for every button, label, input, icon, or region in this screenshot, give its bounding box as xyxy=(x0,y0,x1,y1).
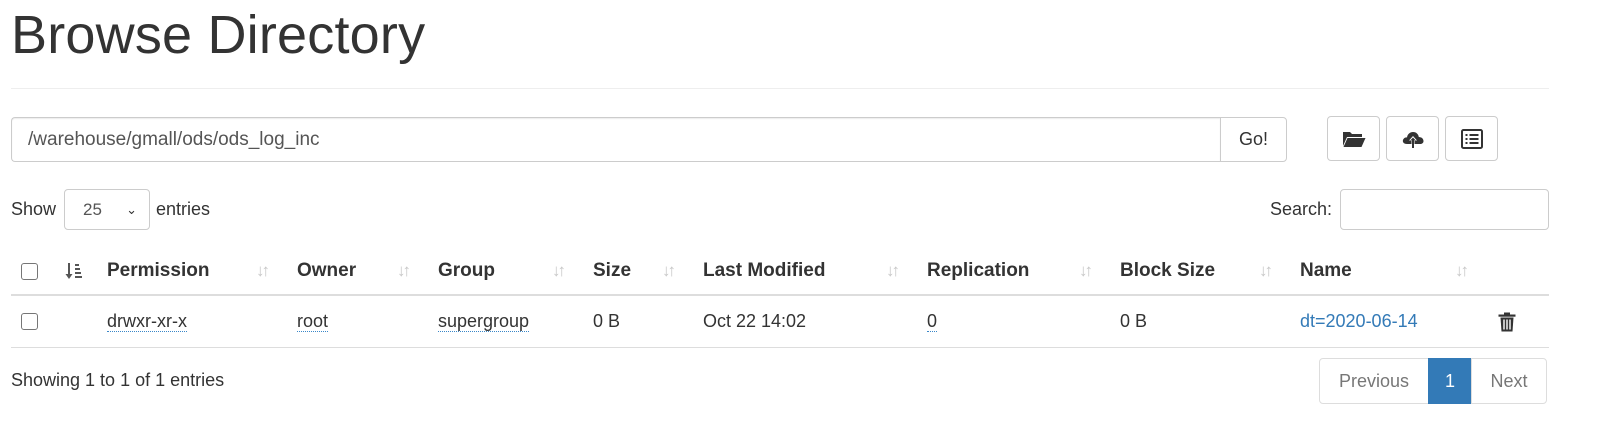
chevron-down-icon: ⌄ xyxy=(126,201,138,217)
show-label: Show xyxy=(11,199,57,219)
name-cell: dt=2020-06-14 xyxy=(1300,296,1418,347)
table-search: Search: xyxy=(1270,189,1549,230)
sort-icon[interactable]: ↓↑ xyxy=(256,248,270,294)
column-header-replication[interactable]: Replication xyxy=(927,248,1029,294)
sort-icon[interactable]: ↓↑ xyxy=(1259,248,1273,294)
sort-icon[interactable]: ↓↑ xyxy=(1455,248,1469,294)
search-input[interactable] xyxy=(1340,189,1549,230)
trash-icon[interactable] xyxy=(1498,312,1516,332)
table-info-text: Showing 1 to 1 of 1 entries xyxy=(11,370,225,390)
path-bar: Go! xyxy=(11,117,1287,162)
permission-cell: drwxr-xr-x xyxy=(107,296,187,347)
entries-per-page-value: 25 xyxy=(83,199,102,219)
owner-value[interactable]: root xyxy=(297,311,329,333)
table-row: drwxr-xr-x root supergroup 0 B Oct 22 14… xyxy=(11,296,1549,348)
list-alt-icon xyxy=(1460,128,1483,149)
sort-icon[interactable]: ↓↑ xyxy=(662,248,676,294)
cloud-upload-icon xyxy=(1402,131,1423,148)
size-value: 0 B xyxy=(593,311,621,331)
block-size-value: 0 B xyxy=(1120,311,1148,331)
directory-path-input[interactable] xyxy=(11,117,1220,162)
delete-cell xyxy=(1498,296,1516,347)
column-header-last-modified[interactable]: Last Modified xyxy=(703,248,825,294)
entries-per-page-select[interactable]: 25 ⌄ xyxy=(64,189,151,230)
folder-open-icon xyxy=(1342,131,1365,147)
row-select-cell xyxy=(21,296,38,347)
select-all-checkbox[interactable] xyxy=(21,262,38,280)
sort-icon[interactable]: ↓↑ xyxy=(1079,248,1093,294)
replication-value[interactable]: 0 xyxy=(927,311,938,333)
column-header-block-size[interactable]: Block Size xyxy=(1120,248,1215,294)
last-modified-value: Oct 22 14:02 xyxy=(703,311,807,331)
upload-files-button[interactable] xyxy=(1386,116,1439,161)
pagination: Previous 1 Next xyxy=(1319,358,1547,404)
directory-name-link[interactable]: dt=2020-06-14 xyxy=(1300,311,1418,332)
browse-directory-page: Browse Directory Go! Show 25 xyxy=(0,0,1598,428)
entries-label: entries xyxy=(156,199,211,219)
sort-ascending-icon[interactable] xyxy=(65,248,83,294)
select-all-cell xyxy=(21,248,38,294)
column-header-owner[interactable]: Owner xyxy=(297,248,356,294)
group-value[interactable]: supergroup xyxy=(438,311,530,333)
search-label: Search: xyxy=(1269,199,1332,219)
permission-value[interactable]: drwxr-xr-x xyxy=(107,311,187,333)
entries-length-control: Show 25 ⌄ entries xyxy=(11,189,210,230)
page-title: Browse Directory xyxy=(11,5,426,65)
column-header-group[interactable]: Group xyxy=(438,248,495,294)
sort-icon[interactable]: ↓↑ xyxy=(397,248,411,294)
create-directory-button[interactable] xyxy=(1327,116,1380,161)
table-header-row: Permission ↓↑ Owner ↓↑ Group ↓↑ Size ↓↑ … xyxy=(11,248,1549,296)
title-divider xyxy=(11,88,1549,89)
previous-page-button[interactable]: Previous xyxy=(1319,358,1429,404)
sort-icon[interactable]: ↓↑ xyxy=(886,248,900,294)
file-table: Permission ↓↑ Owner ↓↑ Group ↓↑ Size ↓↑ … xyxy=(11,248,1549,348)
column-header-size[interactable]: Size xyxy=(593,248,631,294)
group-cell: supergroup xyxy=(438,296,530,347)
column-header-permission[interactable]: Permission xyxy=(107,248,209,294)
column-header-name[interactable]: Name xyxy=(1300,248,1352,294)
next-page-button[interactable]: Next xyxy=(1471,358,1547,404)
cut-paste-button[interactable] xyxy=(1445,116,1498,161)
go-button[interactable]: Go! xyxy=(1220,117,1287,162)
row-checkbox[interactable] xyxy=(21,313,38,330)
page-1-button[interactable]: 1 xyxy=(1428,358,1472,404)
replication-cell: 0 xyxy=(927,296,938,347)
sort-icon[interactable]: ↓↑ xyxy=(552,248,566,294)
owner-cell: root xyxy=(297,296,329,347)
